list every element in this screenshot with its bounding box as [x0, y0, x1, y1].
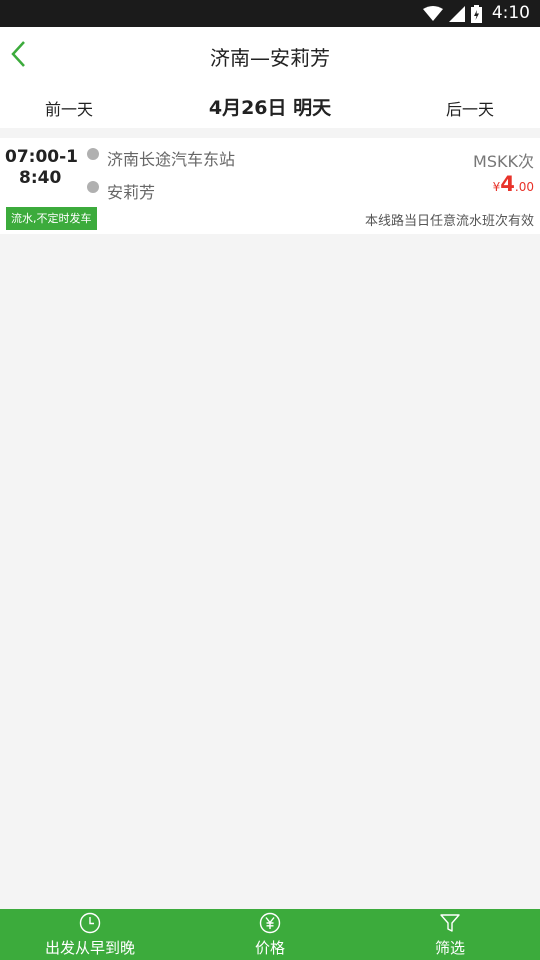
- trip-code: MSKK次: [473, 152, 534, 171]
- status-icons: [423, 4, 482, 24]
- battery-icon: [471, 5, 482, 23]
- price-integer: 4: [500, 172, 515, 196]
- tab-sort-departure[interactable]: 出发从早到晚: [0, 909, 180, 960]
- page-title: 济南—安莉芳: [210, 46, 330, 70]
- signal-icon: [449, 6, 465, 22]
- origin-station: 济南长途汽车东站: [107, 150, 236, 169]
- destination-station: 安莉芳: [107, 183, 156, 202]
- departure-time: 07:00-1: [5, 147, 78, 167]
- clock-icon: [79, 912, 101, 934]
- status-time: 4:10: [491, 3, 530, 23]
- bottom-tab-bar: 出发从早到晚 价格 筛选: [0, 909, 540, 960]
- tab-label: 出发从早到晚: [44, 939, 135, 957]
- next-day-button[interactable]: 后一天: [446, 96, 494, 120]
- trip-note: 本线路当日任意流水班次有效: [364, 214, 534, 229]
- trip-tag: 流水,不定时发车: [6, 207, 97, 230]
- date-navigation: 前一天 4月26日 明天 后一天: [0, 82, 540, 128]
- destination-dot-icon: [87, 181, 99, 193]
- status-bar: 4:10: [0, 0, 540, 27]
- header: 济南—安莉芳: [0, 27, 540, 82]
- tab-label: 价格: [254, 939, 285, 957]
- trip-price: ¥4.00: [493, 172, 534, 196]
- tab-price[interactable]: 价格: [180, 909, 360, 960]
- departure-time-cont: 8:40: [19, 168, 62, 188]
- tab-filter[interactable]: 筛选: [360, 909, 540, 960]
- origin-dot-icon: [87, 148, 99, 160]
- trip-card[interactable]: 07:00-1 8:40 济南长途汽车东站 安莉芳 MSKK次 ¥4.00 流水…: [0, 138, 540, 234]
- tab-label: 筛选: [434, 939, 465, 957]
- wifi-icon: [423, 6, 443, 21]
- filter-icon: [439, 912, 461, 934]
- yen-icon: [259, 912, 281, 934]
- price-decimal: .00: [514, 180, 534, 194]
